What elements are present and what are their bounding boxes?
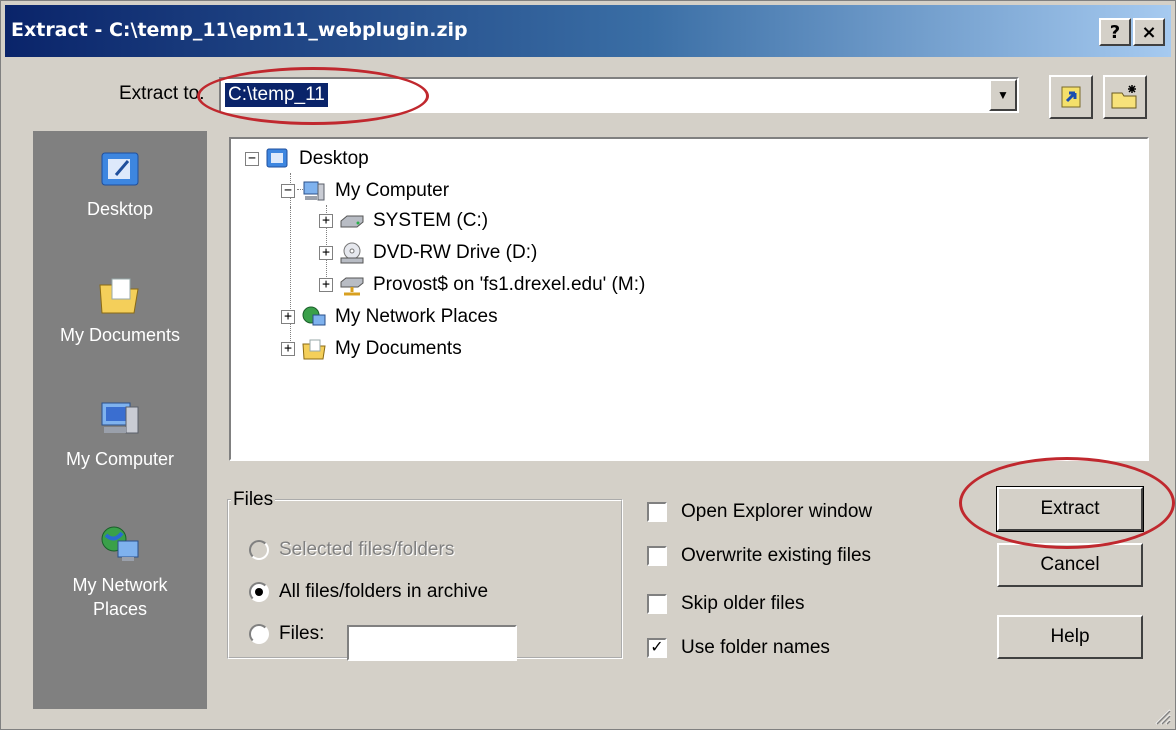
combo-dropdown-button[interactable]: ▼: [989, 79, 1017, 111]
radio-all-files[interactable]: All files/folders in archive: [249, 581, 488, 603]
radio-selected-dot: [255, 588, 263, 596]
checkbox-use-folder-names[interactable]: ✓ Use folder names: [647, 637, 830, 659]
collapse-toggle[interactable]: −: [281, 184, 295, 198]
tree-node-dvd-drive[interactable]: + DVD-RW Drive (D:): [319, 239, 537, 267]
tree-label-my-computer: My Computer: [335, 180, 450, 201]
title-close-button[interactable]: ×: [1133, 18, 1165, 46]
tree-label-provost: Provost$ on 'fs1.drexel.edu' (M:): [373, 274, 646, 295]
extract-button[interactable]: Extract: [996, 486, 1144, 532]
extract-dialog: Extract - C:\temp_11\epm11_webplugin.zip…: [0, 0, 1176, 730]
radio-label-all: All files/folders in archive: [279, 581, 489, 602]
new-folder-icon: [1111, 85, 1137, 109]
radio-button[interactable]: [249, 540, 269, 560]
checkbox-box[interactable]: ✓: [647, 638, 667, 658]
checkbox-label-use-folder-names: Use folder names: [681, 637, 830, 658]
place-label-desktop: Desktop: [86, 199, 154, 219]
expand-toggle[interactable]: +: [319, 278, 333, 292]
tree-node-my-computer[interactable]: − My Computer: [281, 177, 449, 205]
radio-button[interactable]: [249, 624, 269, 644]
tree-label-my-documents: My Documents: [335, 338, 462, 359]
tree-node-network-drive[interactable]: + Provost$ on 'fs1.drexel.edu' (M:): [319, 271, 645, 299]
checkmark-icon: ✓: [650, 639, 664, 656]
tree-line: [290, 207, 291, 353]
cancel-button[interactable]: Cancel: [997, 543, 1143, 587]
checkbox-open-explorer[interactable]: Open Explorer window: [647, 501, 872, 523]
extract-to-combo[interactable]: C:\temp_11 ▼: [219, 77, 1019, 113]
dvd-drive-icon: [340, 242, 364, 264]
chevron-down-icon: ▼: [997, 88, 1009, 102]
tree-node-system-drive[interactable]: + SYSTEM (C:): [319, 207, 488, 235]
documents-folder-icon: [302, 339, 326, 360]
title-help-button[interactable]: ?: [1099, 18, 1131, 46]
computer-icon: [101, 402, 139, 434]
radio-selected-files[interactable]: Selected files/folders: [249, 539, 454, 561]
network-globe-icon: [101, 526, 139, 561]
computer-icon: [303, 181, 325, 201]
help-button[interactable]: Help: [997, 615, 1143, 659]
tree-node-desktop[interactable]: − Desktop: [245, 145, 369, 173]
new-folder-button[interactable]: [1103, 75, 1147, 119]
desktop-icon: [101, 152, 139, 186]
place-label-my-computer: My Computer: [65, 449, 175, 469]
checkbox-box[interactable]: [647, 546, 667, 566]
tree-label-desktop: Desktop: [299, 148, 369, 169]
radio-label-selected: Selected files/folders: [279, 539, 455, 560]
collapse-toggle[interactable]: −: [245, 152, 259, 166]
hard-drive-icon: [340, 215, 364, 228]
checkbox-label-overwrite: Overwrite existing files: [681, 545, 872, 566]
place-my-computer[interactable]: My Computer: [33, 397, 207, 471]
place-my-network-places[interactable]: My Network Places: [33, 523, 207, 621]
documents-folder-icon: [99, 278, 139, 314]
up-folder-button[interactable]: [1049, 75, 1093, 119]
radio-button[interactable]: [249, 582, 269, 602]
place-label-my-documents: My Documents: [59, 325, 181, 345]
window-title: Extract - C:\temp_11\epm11_webplugin.zip: [11, 19, 468, 41]
checkbox-label-open-explorer: Open Explorer window: [681, 501, 873, 522]
expand-toggle[interactable]: +: [281, 342, 295, 356]
places-bar: Desktop My Documents My Computer My Netw…: [33, 131, 207, 709]
tree-node-network-places[interactable]: + My Network Places: [281, 303, 498, 331]
checkbox-label-skip-older: Skip older files: [681, 593, 805, 614]
checkbox-box[interactable]: [647, 502, 667, 522]
expand-toggle[interactable]: +: [319, 214, 333, 228]
files-group-legend: Files: [233, 489, 274, 510]
network-globe-icon: [302, 306, 326, 326]
place-my-documents[interactable]: My Documents: [33, 273, 207, 347]
tree-label-network: My Network Places: [335, 306, 498, 327]
files-input[interactable]: [347, 625, 517, 661]
expand-toggle[interactable]: +: [281, 310, 295, 324]
extract-to-value[interactable]: C:\temp_11: [225, 83, 328, 107]
place-desktop[interactable]: Desktop: [33, 147, 207, 221]
tree-label-dvd: DVD-RW Drive (D:): [373, 242, 538, 263]
place-label-my-network-places: My Network Places: [72, 575, 168, 619]
network-drive-icon: [340, 277, 364, 296]
files-group: Files Selected files/folders All files/f…: [227, 489, 623, 661]
radio-label-files: Files:: [279, 623, 325, 644]
folder-tree[interactable]: − Desktop − My Computer + SYSTEM (C:) + …: [229, 137, 1149, 461]
tree-node-my-documents[interactable]: + My Documents: [281, 335, 462, 363]
checkbox-box[interactable]: [647, 594, 667, 614]
resize-grip-icon[interactable]: [1151, 705, 1171, 725]
title-bar[interactable]: Extract - C:\temp_11\epm11_webplugin.zip…: [5, 5, 1171, 57]
tree-label-system: SYSTEM (C:): [373, 210, 489, 231]
expand-toggle[interactable]: +: [319, 246, 333, 260]
checkbox-skip-older[interactable]: Skip older files: [647, 593, 805, 615]
extract-to-label: Extract to:: [119, 83, 205, 104]
desktop-icon: [266, 148, 288, 168]
radio-files[interactable]: Files:: [249, 623, 324, 645]
up-arrow-icon: [1061, 86, 1081, 108]
checkbox-overwrite[interactable]: Overwrite existing files: [647, 545, 871, 567]
